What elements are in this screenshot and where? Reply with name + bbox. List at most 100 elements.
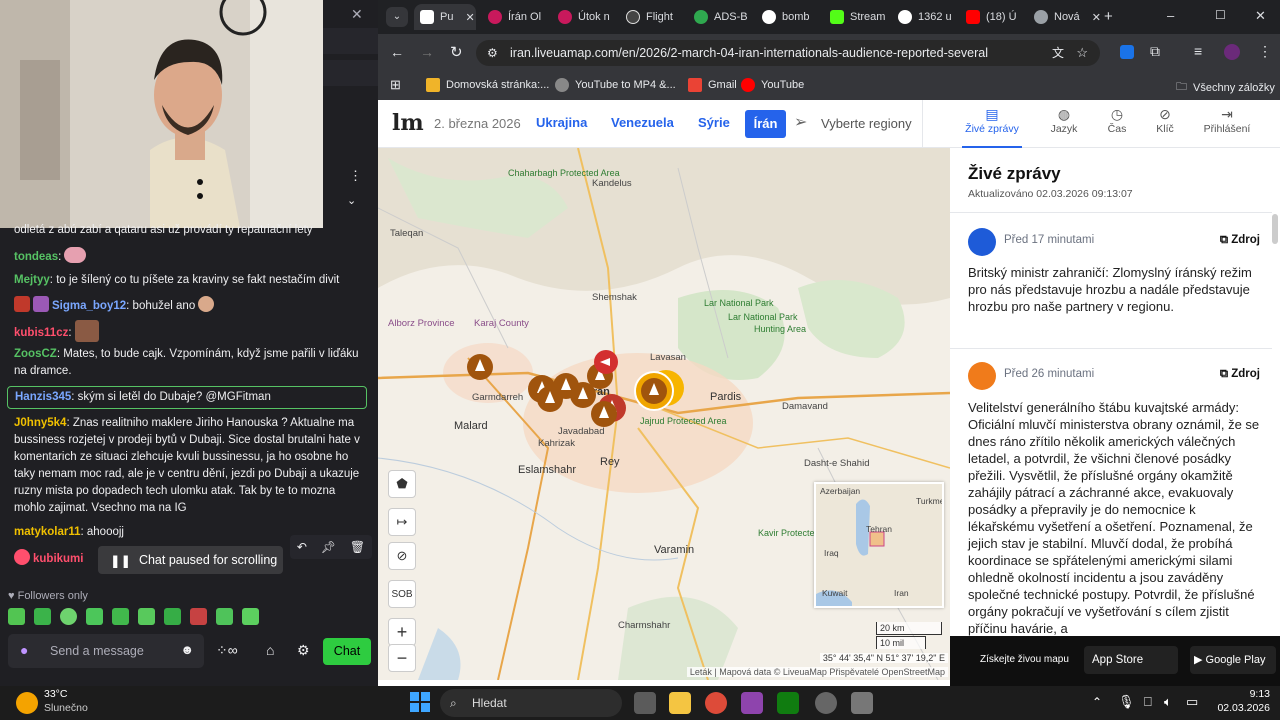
bookmark-star-icon[interactable]: ☆ [1076,40,1088,66]
event-marker-drone[interactable] [591,401,617,427]
site-info-icon[interactable]: ⚙ [487,40,498,66]
xbox-icon[interactable] [777,692,799,714]
event-marker-cluster[interactable] [634,370,684,411]
nav-syrie[interactable]: Sýrie [698,115,730,130]
reply-icon[interactable]: ↶ [297,540,307,554]
emote-icon[interactable] [138,608,155,625]
tab-language[interactable]: ◍ Jazyk [1034,106,1094,135]
tab[interactable]: Írán Ol [482,4,550,30]
site-logo[interactable]: lm [392,110,424,136]
emote-icon[interactable] [34,608,51,625]
emote-icon[interactable] [242,608,259,625]
tab-key[interactable]: ⊘ Klíč [1135,106,1195,135]
tab-search-icon[interactable]: ⌄ [386,7,408,27]
minimize-icon[interactable]: – [1167,8,1174,23]
clock-time[interactable]: 9:13 [1210,688,1270,700]
bookmark-item[interactable]: YouTube [741,78,804,92]
all-bookmarks[interactable]: 🗀︎ Všechny záložky [1176,78,1275,97]
emote-icon[interactable] [86,608,103,625]
emote-icon[interactable] [112,608,129,625]
profile-avatar[interactable] [1224,44,1240,60]
tab[interactable]: (18) Ú [960,4,1028,30]
date-selector[interactable]: 2. března 2026 [434,116,521,131]
emoji-icon[interactable]: ☻ [180,642,194,657]
store-icon[interactable]: ⌂ [266,642,274,658]
microphone-tray-icon[interactable]: 🎙︎ [1118,694,1135,710]
nav-venezuela[interactable]: Venezuela [611,115,674,130]
map-attribution[interactable]: Leták | Mapová data © LiveuaMap Přispěva… [686,667,948,677]
maximize-icon[interactable]: ☐ [1215,8,1226,22]
obs-icon[interactable] [815,692,837,714]
new-tab-button[interactable]: + [1104,8,1113,25]
close-window-icon[interactable]: ✕ [1255,8,1266,24]
windows-start-icon[interactable] [410,692,430,712]
nav-iran-active[interactable]: Írán [745,110,786,138]
chat-username[interactable]: matykolar11 [14,526,81,538]
hide-layer-button[interactable]: ⊘ [388,542,416,570]
tab[interactable]: Nová ✕ [1028,4,1100,30]
nav-ukrajina[interactable]: Ukrajina [536,115,587,130]
chat-input[interactable]: ● Send a message ☻ [8,634,204,668]
battery-icon[interactable]: ▭ [1186,694,1198,710]
close-tab-icon[interactable]: ✕ [1092,11,1100,24]
zoom-in-button[interactable]: + [388,618,416,646]
delete-icon[interactable]: 🗑︎ [350,540,365,554]
emote-icon[interactable] [8,608,25,625]
emote-icon[interactable] [216,608,233,625]
apps-grid-icon[interactable]: ⊞ [390,77,401,93]
sob-button[interactable]: SOB [388,580,416,608]
reading-list-icon[interactable]: ≡ [1194,43,1202,59]
tray-chevron-icon[interactable]: ⌃ [1092,695,1102,709]
map-view[interactable]: Kandelus Taleqan Shemshak Alborz Provinc… [378,148,950,680]
zoom-out-button[interactable]: − [388,644,416,672]
event-marker-alert[interactable] [594,350,618,374]
chat-username[interactable]: kubis11cz [14,327,68,339]
weather-icon[interactable] [16,692,38,714]
back-icon[interactable]: ← [390,44,404,60]
translate-icon[interactable]: 文 [1052,40,1064,66]
chrome-icon[interactable] [705,692,727,714]
tab[interactable]: bomb [756,4,824,30]
menu-icon[interactable]: ⋮ [1258,43,1272,60]
measure-button[interactable]: ↦ [388,508,416,536]
close-icon[interactable]: ✕ [351,6,363,23]
extension-icon[interactable] [1120,45,1134,59]
emote-icon[interactable] [60,608,77,625]
bookmark-item[interactable]: Gmail [688,78,737,92]
clock-date[interactable]: 02.03.2026 [1200,702,1270,714]
source-link[interactable]: ⧉ Zdroj [1220,234,1260,247]
chat-paused-banner[interactable]: ❚❚ Chat paused for scrolling [98,546,283,574]
forward-icon[interactable]: → [420,44,434,60]
reload-icon[interactable]: ↻ [450,43,463,61]
news-item[interactable]: Před 26 minutami ⧉ Zdroj Velitelství gen… [950,348,1272,636]
tab-live-news[interactable]: ▤ Živé zprávy [962,106,1022,148]
chat-username[interactable]: Sigma_boy12 [52,300,126,312]
tab-active[interactable]: Pu ✕ [414,4,476,30]
task-view-icon[interactable] [634,692,656,714]
app-icon[interactable] [741,692,763,714]
app-store-button[interactable]: App Store [1084,646,1178,674]
google-play-button[interactable]: ▶ Google Play [1190,646,1276,674]
bits-icon[interactable]: ⁘∞ [216,642,238,659]
settings-icon[interactable] [851,692,873,714]
tab[interactable]: Stream [824,4,892,30]
tab-login[interactable]: ⇥ Přihlášení [1197,106,1257,135]
taskbar-search[interactable]: ⌕ Hledat [440,689,622,717]
chat-username[interactable]: ZoosCZ [14,348,57,360]
draw-polygon-button[interactable]: ⬟ [388,470,416,498]
chat-username[interactable]: J0hny5k4 [14,417,66,429]
chat-send-button[interactable]: Chat [323,638,371,665]
event-marker-drone[interactable] [467,354,493,380]
close-tab-icon[interactable]: ✕ [465,11,474,24]
source-link[interactable]: ⧉ Zdroj [1220,368,1260,381]
chat-username[interactable]: kubikumi [33,553,83,565]
more-options-icon[interactable]: ⋮ [349,168,362,184]
emote-icon[interactable] [164,608,181,625]
tab[interactable]: 1362 u [892,4,960,30]
pin-icon[interactable]: 📌︎ [321,540,336,554]
chat-username[interactable]: tondeas [14,251,58,263]
region-select[interactable]: Vyberte regiony [821,116,912,131]
emote-icon[interactable] [190,608,207,625]
chat-username[interactable]: Mejtyy [14,274,50,286]
scrollbar-thumb[interactable] [1272,214,1278,244]
